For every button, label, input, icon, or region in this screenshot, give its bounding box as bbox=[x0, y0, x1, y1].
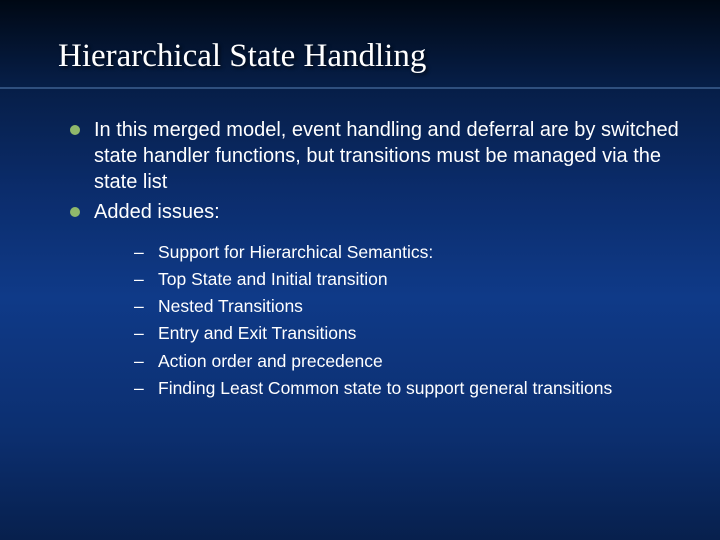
slide-title: Hierarchical State Handling bbox=[0, 0, 720, 75]
sub-bullet-text: Top State and Initial transition bbox=[158, 266, 388, 293]
dash-icon: – bbox=[134, 239, 158, 266]
bullet-item: Added issues: bbox=[70, 199, 680, 225]
sub-bullet-text: Entry and Exit Transitions bbox=[158, 320, 356, 347]
dash-icon: – bbox=[134, 320, 158, 347]
dash-icon: – bbox=[134, 293, 158, 320]
slide: Hierarchical State Handling In this merg… bbox=[0, 0, 720, 540]
sub-bullet-item: – Entry and Exit Transitions bbox=[134, 320, 680, 347]
dash-icon: – bbox=[134, 375, 158, 402]
sub-bullet-text: Action order and precedence bbox=[158, 348, 383, 375]
bullet-text: In this merged model, event handling and… bbox=[94, 117, 680, 195]
bullet-dot-icon bbox=[70, 207, 80, 217]
sub-bullet-item: – Nested Transitions bbox=[134, 293, 680, 320]
bullet-text: Added issues: bbox=[94, 199, 680, 225]
sub-bullet-item: – Support for Hierarchical Semantics: bbox=[134, 239, 680, 266]
dash-icon: – bbox=[134, 266, 158, 293]
sub-bullet-item: – Top State and Initial transition bbox=[134, 266, 680, 293]
sub-bullet-item: – Finding Least Common state to support … bbox=[134, 375, 680, 402]
sub-bullet-list: – Support for Hierarchical Semantics: – … bbox=[70, 229, 680, 402]
bullet-dot-icon bbox=[70, 125, 80, 135]
sub-bullet-item: – Action order and precedence bbox=[134, 348, 680, 375]
sub-bullet-text: Finding Least Common state to support ge… bbox=[158, 375, 612, 402]
dash-icon: – bbox=[134, 348, 158, 375]
sub-bullet-text: Nested Transitions bbox=[158, 293, 303, 320]
slide-body: In this merged model, event handling and… bbox=[0, 89, 720, 402]
bullet-item: In this merged model, event handling and… bbox=[70, 117, 680, 195]
sub-bullet-text: Support for Hierarchical Semantics: bbox=[158, 239, 433, 266]
